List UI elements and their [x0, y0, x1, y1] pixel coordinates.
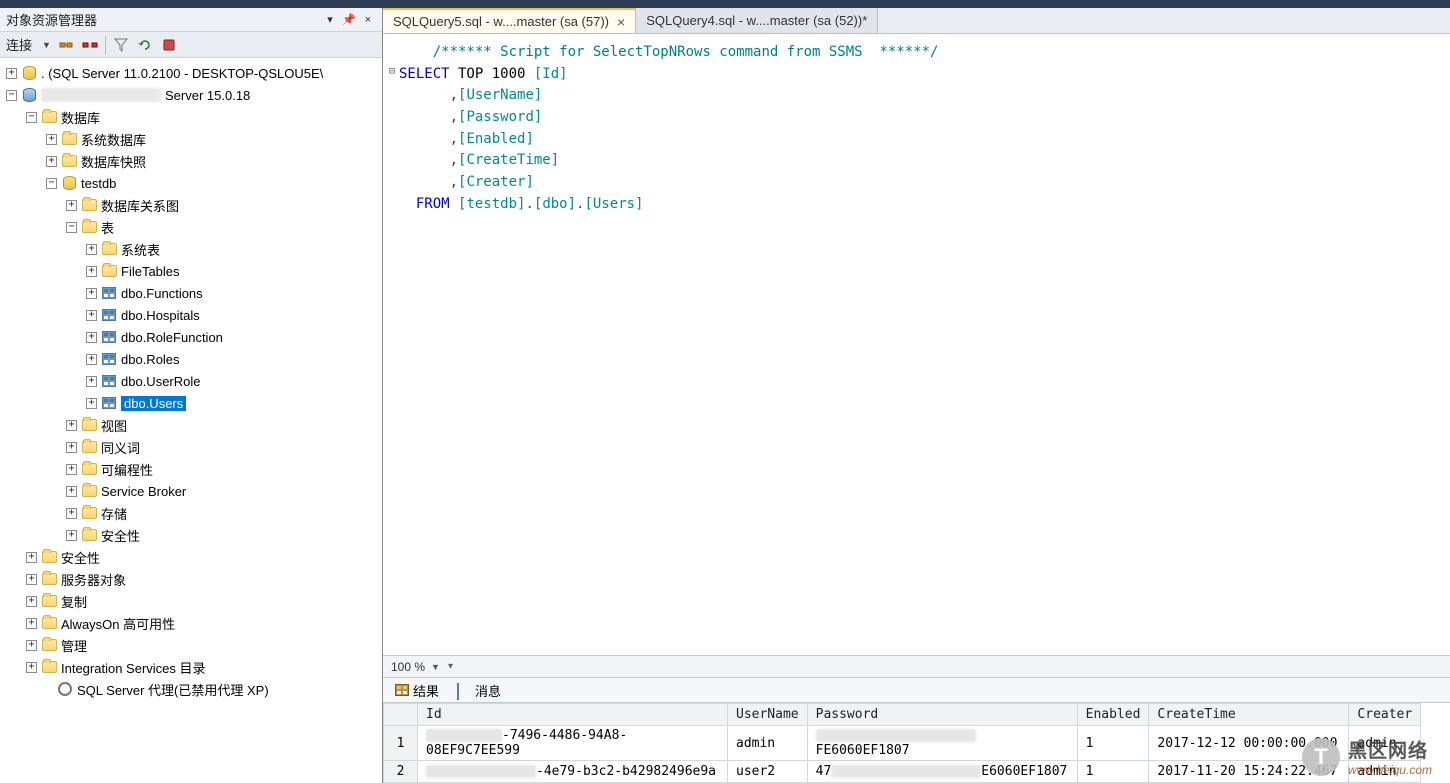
- cell-password: 47E6060EF1807: [807, 761, 1077, 783]
- tree-programmability[interactable]: +可编程性: [0, 458, 382, 480]
- tab-label: SQLQuery4.sql - w....master (sa (52))*: [646, 13, 867, 28]
- cell-username: admin: [728, 726, 808, 761]
- grid-row[interactable]: 2 -4e79-b3c2-b42982496e9a user2 47E6060E…: [384, 761, 1421, 783]
- connect-label[interactable]: 连接: [6, 35, 32, 54]
- connect-icon[interactable]: [57, 36, 75, 54]
- close-icon[interactable]: ×: [360, 12, 376, 28]
- document-tab[interactable]: SQLQuery5.sql - w....master (sa (57)) ×: [383, 8, 636, 33]
- sql-editor[interactable]: /****** Script for SelectTopNRows comman…: [383, 34, 1450, 655]
- tree-system-databases[interactable]: +系统数据库: [0, 128, 382, 150]
- tree-service-broker[interactable]: +Service Broker: [0, 480, 382, 502]
- tree-db-snapshots[interactable]: +数据库快照: [0, 150, 382, 172]
- cell-enabled: 1: [1077, 761, 1149, 783]
- tree-table-item[interactable]: +dbo.RoleFunction: [0, 326, 382, 348]
- tree-security[interactable]: +安全性: [0, 524, 382, 546]
- tree-server-objects[interactable]: +服务器对象: [0, 568, 382, 590]
- cell-username: user2: [728, 761, 808, 783]
- grid-header-row: Id UserName Password Enabled CreateTime …: [384, 704, 1421, 726]
- document-tabs: SQLQuery5.sql - w....master (sa (57)) × …: [383, 8, 1450, 34]
- tree-tables[interactable]: −表: [0, 216, 382, 238]
- tab-label: SQLQuery5.sql - w....master (sa (57)): [393, 14, 609, 29]
- grid-row[interactable]: 1 -7496-4486-94A8-08EF9C7EE599 admin FE6…: [384, 726, 1421, 761]
- tree-alwayson[interactable]: +AlwaysOn 高可用性: [0, 612, 382, 634]
- column-header[interactable]: Creater: [1349, 704, 1421, 726]
- tree-db-diagrams[interactable]: +数据库关系图: [0, 194, 382, 216]
- tree-table-item-selected[interactable]: +dbo.Users: [0, 392, 382, 414]
- tree-sql-agent[interactable]: SQL Server 代理(已禁用代理 XP): [0, 678, 382, 700]
- tree-replication[interactable]: +复制: [0, 590, 382, 612]
- results-tab-bar: 结果 消息: [383, 677, 1450, 703]
- tab-close-icon[interactable]: ×: [617, 14, 625, 30]
- tree-server-node[interactable]: +. (SQL Server 11.0.2100 - DESKTOP-QSLOU…: [0, 62, 382, 84]
- object-explorer-toolbar: 连接 ▼: [0, 32, 382, 58]
- watermark-url: www.heiqu.com: [1348, 763, 1432, 777]
- watermark-logo-icon: T: [1302, 738, 1340, 776]
- tree-synonyms[interactable]: +同义词: [0, 436, 382, 458]
- object-explorer-tree[interactable]: +. (SQL Server 11.0.2100 - DESKTOP-QSLOU…: [0, 58, 382, 783]
- zoom-bar: 100 % ▼ ▾: [383, 655, 1450, 677]
- grid-icon: [395, 684, 409, 696]
- object-explorer: 对象资源管理器 ▾ 📌 × 连接 ▼ +. (SQL Server 11.0.2…: [0, 8, 383, 783]
- tree-integration-services[interactable]: +Integration Services 目录: [0, 656, 382, 678]
- chevron-down-icon[interactable]: ▼: [42, 40, 51, 50]
- row-number: 2: [384, 761, 418, 783]
- disconnect-icon[interactable]: [81, 36, 99, 54]
- results-tab[interactable]: 结果: [389, 679, 445, 702]
- main-panel: SQLQuery5.sql - w....master (sa (57)) × …: [383, 8, 1450, 783]
- message-icon: [457, 684, 471, 696]
- tree-table-item[interactable]: +dbo.Roles: [0, 348, 382, 370]
- document-tab[interactable]: SQLQuery4.sql - w....master (sa (52))*: [636, 8, 878, 33]
- messages-tab[interactable]: 消息: [451, 679, 507, 702]
- tool-icon[interactable]: [160, 36, 178, 54]
- column-header[interactable]: Id: [418, 704, 728, 726]
- cell-id: -7496-4486-94A8-08EF9C7EE599: [418, 726, 728, 761]
- panel-title: 对象资源管理器: [6, 10, 319, 29]
- watermark: T 黑区网络 www.heiqu.com: [1302, 736, 1432, 777]
- tree-databases[interactable]: −数据库: [0, 106, 382, 128]
- filter-icon[interactable]: [112, 36, 130, 54]
- tree-views[interactable]: +视图: [0, 414, 382, 436]
- grid-corner: [384, 704, 418, 726]
- tree-management[interactable]: +管理: [0, 634, 382, 656]
- tree-server-node[interactable]: −Server 15.0.18: [0, 84, 382, 106]
- tree-storage[interactable]: +存储: [0, 502, 382, 524]
- splitter-icon[interactable]: ▾: [448, 661, 453, 672]
- results-grid[interactable]: Id UserName Password Enabled CreateTime …: [383, 703, 1450, 783]
- refresh-icon[interactable]: [136, 36, 154, 54]
- cell-password: FE6060EF1807: [807, 726, 1077, 761]
- zoom-dropdown-icon[interactable]: ▼: [431, 662, 440, 672]
- tree-table-item[interactable]: +dbo.UserRole: [0, 370, 382, 392]
- tree-table-item[interactable]: +dbo.Hospitals: [0, 304, 382, 326]
- tree-table-item[interactable]: +dbo.Functions: [0, 282, 382, 304]
- zoom-level[interactable]: 100 %: [391, 660, 425, 674]
- tree-filetables[interactable]: +FileTables: [0, 260, 382, 282]
- tree-root-security[interactable]: +安全性: [0, 546, 382, 568]
- row-number: 1: [384, 726, 418, 761]
- dropdown-icon[interactable]: ▾: [322, 12, 338, 28]
- cell-enabled: 1: [1077, 726, 1149, 761]
- column-header[interactable]: Enabled: [1077, 704, 1149, 726]
- column-header[interactable]: Password: [807, 704, 1077, 726]
- tree-db-testdb[interactable]: −testdb: [0, 172, 382, 194]
- object-explorer-header: 对象资源管理器 ▾ 📌 ×: [0, 8, 382, 32]
- tree-system-tables[interactable]: +系统表: [0, 238, 382, 260]
- cell-id: -4e79-b3c2-b42982496e9a: [418, 761, 728, 783]
- pin-icon[interactable]: 📌: [341, 12, 357, 28]
- watermark-name: 黑区网络: [1348, 736, 1432, 763]
- column-header[interactable]: CreateTime: [1149, 704, 1349, 726]
- column-header[interactable]: UserName: [728, 704, 808, 726]
